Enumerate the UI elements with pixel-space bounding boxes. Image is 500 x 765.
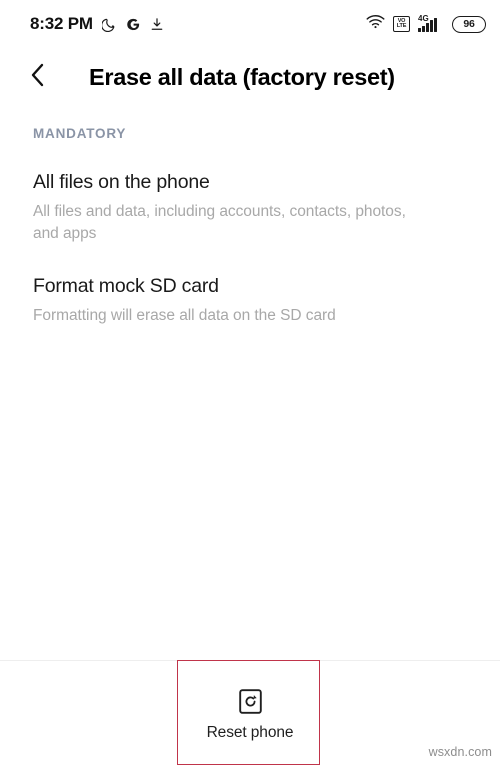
phone-screen: 8:32 PM VO LTE 4G 96 Erase all data (fac… xyxy=(0,0,500,765)
list-item[interactable]: Format mock SD card Formatting will eras… xyxy=(0,245,500,327)
status-bar-left: 8:32 PM xyxy=(30,14,164,34)
list-item-title: Format mock SD card xyxy=(33,275,219,297)
volte-icon: VO LTE xyxy=(393,16,410,32)
content-area: MANDATORY All files on the phone All fil… xyxy=(0,112,500,327)
signal-bars xyxy=(418,18,437,32)
status-bar-right: VO LTE 4G 96 xyxy=(366,13,486,35)
status-bar: 8:32 PM VO LTE 4G 96 xyxy=(0,0,500,48)
app-bar: Erase all data (factory reset) xyxy=(0,48,500,106)
cellular-signal-icon: 4G xyxy=(418,14,444,33)
reset-phone-button[interactable]: Reset phone xyxy=(207,684,294,742)
google-g-icon xyxy=(126,17,141,32)
status-bar-clock: 8:32 PM xyxy=(30,14,93,33)
list-item-title: All files on the phone xyxy=(33,171,210,193)
volte-line-2: LTE xyxy=(396,23,407,29)
reset-phone-label: Reset phone xyxy=(206,724,294,741)
battery-indicator: 96 xyxy=(452,15,486,33)
back-chevron-icon xyxy=(28,62,48,93)
wifi-icon xyxy=(366,13,385,35)
back-button[interactable] xyxy=(14,53,62,101)
section-header-mandatory: MANDATORY xyxy=(33,126,127,141)
page-title: Erase all data (factory reset) xyxy=(89,63,395,90)
battery-percent-label: 96 xyxy=(463,18,475,30)
download-icon xyxy=(150,17,164,32)
reset-phone-icon xyxy=(238,688,262,714)
bottom-action-bar: Reset phone xyxy=(0,661,500,765)
list-item-subtitle: All files and data, including accounts, … xyxy=(33,203,406,242)
watermark: wsxdn.com xyxy=(428,745,492,759)
moon-icon xyxy=(101,17,117,32)
list-item[interactable]: All files on the phone All files and dat… xyxy=(0,141,500,245)
list-item-subtitle: Formatting will erase all data on the SD… xyxy=(33,307,336,324)
